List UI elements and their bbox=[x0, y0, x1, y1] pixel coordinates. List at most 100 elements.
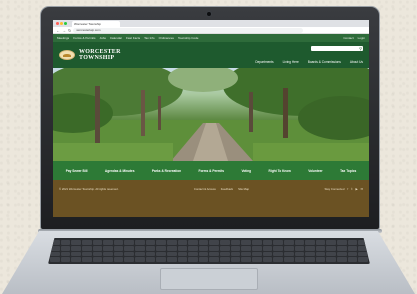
footer-link[interactable]: Feedback bbox=[221, 187, 233, 191]
keyboard-key bbox=[262, 251, 273, 257]
footer-link[interactable]: Contact & Access bbox=[194, 187, 216, 191]
window-minimize-button[interactable] bbox=[60, 22, 63, 25]
quick-link-agendas-minutes[interactable]: Agendas & Minutes bbox=[105, 169, 135, 173]
keyboard-key bbox=[283, 245, 294, 251]
keyboard-key bbox=[262, 245, 273, 251]
keyboard-key bbox=[347, 240, 358, 245]
utility-link[interactable]: Jobs bbox=[100, 36, 106, 40]
keyboard-key bbox=[252, 257, 262, 262]
utility-links: Meetings Forms & Permits Jobs Calendar F… bbox=[57, 36, 198, 40]
youtube-icon[interactable]: ▶ bbox=[356, 187, 358, 191]
keyboard-key bbox=[326, 245, 337, 251]
keyboard-key bbox=[305, 257, 315, 262]
utility-link[interactable]: Ordinances bbox=[159, 36, 174, 40]
utility-link[interactable]: Tax Info bbox=[144, 36, 155, 40]
keyboard-key bbox=[60, 251, 71, 257]
keyboard-key bbox=[209, 245, 220, 251]
keyboard-key bbox=[145, 240, 156, 245]
quick-links-bar: Pay Sewer Bill Agendas & Minutes Parks &… bbox=[53, 161, 369, 180]
nav-item-boards[interactable]: Boards & Commissions bbox=[308, 60, 341, 64]
forward-arrow-icon[interactable]: → bbox=[62, 28, 66, 33]
keyboard-key bbox=[145, 245, 156, 251]
keyboard-key bbox=[92, 257, 103, 262]
keyboard-key bbox=[71, 251, 81, 257]
keyboard-key bbox=[92, 245, 103, 251]
reload-icon[interactable]: ↻ bbox=[68, 28, 71, 33]
keyboard-key bbox=[337, 245, 347, 251]
search-input[interactable]: ⚲ bbox=[311, 46, 363, 51]
keyboard-key bbox=[50, 251, 60, 257]
nav-item-departments[interactable]: Departments bbox=[255, 60, 273, 64]
browser-address-bar: ← → ↻ worcestertwp.com bbox=[53, 27, 369, 34]
quick-link-parks-recreation[interactable]: Parks & Recreation bbox=[152, 169, 181, 173]
keyboard-key bbox=[294, 245, 305, 251]
nav-item-living-here[interactable]: Living Here bbox=[283, 60, 299, 64]
keyboard-key bbox=[166, 240, 177, 245]
window-maximize-button[interactable] bbox=[64, 22, 67, 25]
tree-lined-path-illustration bbox=[53, 68, 369, 161]
quick-link-voting[interactable]: Voting bbox=[241, 169, 251, 173]
keyboard-key bbox=[135, 240, 145, 245]
webcam bbox=[206, 11, 212, 17]
keyboard-key bbox=[92, 240, 103, 245]
keyboard-key bbox=[347, 257, 358, 262]
utility-bar: Meetings Forms & Permits Jobs Calendar F… bbox=[53, 34, 369, 42]
utility-link[interactable]: Calendar bbox=[110, 36, 122, 40]
brand-line-2: TOWNSHIP bbox=[79, 55, 115, 61]
keyboard-key bbox=[241, 245, 252, 251]
keyboard-key bbox=[220, 240, 230, 245]
keyboard-key bbox=[113, 240, 124, 245]
window-close-button[interactable] bbox=[56, 22, 59, 25]
keyboard-key bbox=[103, 240, 113, 245]
keyboard-key bbox=[81, 245, 92, 251]
keyboard-key bbox=[156, 257, 166, 262]
quick-link-forms-permits[interactable]: Forms & Permits bbox=[199, 169, 225, 173]
twitter-icon[interactable]: 𝕥 bbox=[351, 187, 352, 191]
keyboard-key bbox=[209, 240, 220, 245]
keyboard-key bbox=[337, 251, 347, 257]
keyboard-key bbox=[166, 251, 177, 257]
keyboard-key bbox=[145, 257, 156, 262]
keyboard-key bbox=[283, 257, 294, 262]
keyboard-key bbox=[283, 251, 294, 257]
keyboard-key bbox=[60, 240, 71, 245]
utility-link[interactable]: Township Code bbox=[178, 36, 199, 40]
keyboard-key bbox=[103, 257, 113, 262]
quick-link-right-to-know[interactable]: Right To Know bbox=[269, 169, 291, 173]
keyboard-key bbox=[81, 257, 92, 262]
utility-link[interactable]: Meetings bbox=[57, 36, 69, 40]
keyboard-key bbox=[124, 257, 135, 262]
keyboard-key bbox=[166, 257, 177, 262]
login-link[interactable]: Login bbox=[358, 36, 365, 40]
keyboard-key bbox=[156, 245, 166, 251]
keyboard-key bbox=[337, 257, 347, 262]
laptop-keyboard bbox=[48, 238, 370, 264]
keyboard-key bbox=[156, 251, 166, 257]
email-icon[interactable]: ✉ bbox=[361, 187, 363, 191]
browser-tab[interactable]: Worcester Township bbox=[72, 21, 120, 27]
keyboard-key bbox=[198, 240, 209, 245]
utility-link[interactable]: Forms & Permits bbox=[73, 36, 95, 40]
keyboard-key bbox=[60, 257, 71, 262]
contact-link[interactable]: Contact bbox=[343, 36, 353, 40]
quick-link-pay-sewer-bill[interactable]: Pay Sewer Bill bbox=[66, 169, 88, 173]
utility-link[interactable]: Fast Facts bbox=[126, 36, 140, 40]
search-icon[interactable]: ⚲ bbox=[359, 46, 362, 51]
keyboard-key bbox=[273, 251, 283, 257]
back-arrow-icon[interactable]: ← bbox=[56, 28, 60, 33]
keyboard-key bbox=[315, 251, 326, 257]
keyboard-key bbox=[113, 251, 124, 257]
keyboard-key bbox=[103, 245, 113, 251]
site-brand[interactable]: WORCESTER TOWNSHIP bbox=[79, 49, 121, 61]
keyboard-key bbox=[273, 257, 283, 262]
keyboard-key bbox=[347, 245, 358, 251]
keyboard-key bbox=[252, 245, 262, 251]
township-logo-icon[interactable] bbox=[59, 50, 75, 60]
facebook-icon[interactable]: f bbox=[347, 187, 348, 191]
quick-link-tax-topics[interactable]: Tax Topics bbox=[340, 169, 356, 173]
quick-link-volunteer[interactable]: Volunteer bbox=[308, 169, 322, 173]
url-field[interactable]: worcestertwp.com bbox=[73, 27, 304, 33]
trackpad[interactable] bbox=[160, 268, 258, 290]
nav-item-about[interactable]: About Us bbox=[350, 60, 363, 64]
footer-link[interactable]: Site Map bbox=[238, 187, 249, 191]
